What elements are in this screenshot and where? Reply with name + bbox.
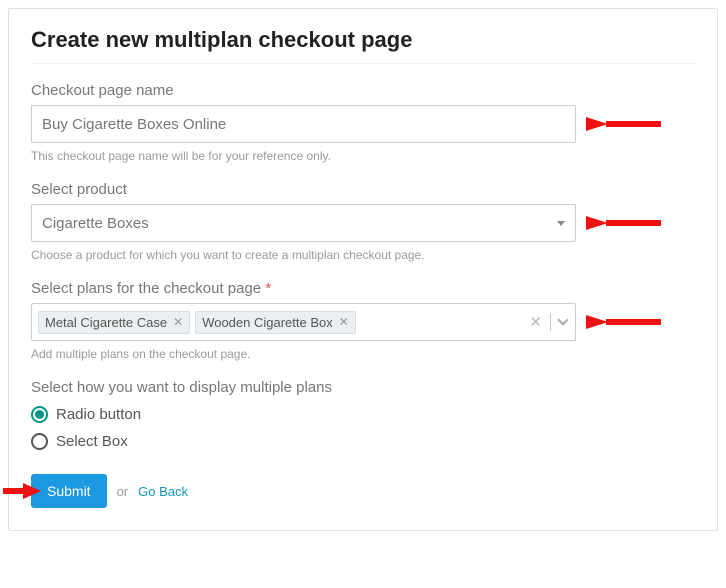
input-page-name[interactable] <box>31 105 576 143</box>
group-product: Select product Cigarette Boxes Choose a … <box>31 181 695 262</box>
tag-remove-icon[interactable]: ✕ <box>339 315 349 329</box>
helper-page-name: This checkout page name will be for your… <box>31 149 695 163</box>
divider <box>550 313 551 331</box>
annotation-arrow-icon <box>3 481 41 501</box>
form-footer: Submit or Go Back <box>31 474 695 508</box>
radio-label: Select Box <box>56 433 128 450</box>
annotation-arrow-icon <box>586 213 666 233</box>
row-page-name <box>31 105 695 143</box>
tag-label: Wooden Cigarette Box <box>202 315 333 330</box>
label-plans: Select plans for the checkout page * <box>31 280 695 297</box>
row-plans: Metal Cigarette Case ✕ Wooden Cigarette … <box>31 303 695 341</box>
page-title: Create new multiplan checkout page <box>31 27 695 64</box>
label-page-name: Checkout page name <box>31 82 695 99</box>
tag-label: Metal Cigarette Case <box>45 315 167 330</box>
row-product: Cigarette Boxes <box>31 204 695 242</box>
annotation-arrow-icon <box>586 312 666 332</box>
clear-all-icon[interactable]: ✕ <box>529 313 542 331</box>
radio-option-radio-button[interactable]: Radio button <box>31 406 695 423</box>
select-product[interactable]: Cigarette Boxes <box>31 204 576 242</box>
wrap-page-name <box>31 105 576 143</box>
caret-down-icon <box>557 221 565 226</box>
form-card: Create new multiplan checkout page Check… <box>8 8 718 531</box>
group-page-name: Checkout page name This checkout page na… <box>31 82 695 163</box>
submit-button[interactable]: Submit <box>31 474 107 508</box>
radio-icon <box>31 433 48 450</box>
label-product: Select product <box>31 181 695 198</box>
label-display: Select how you want to display multiple … <box>31 379 695 396</box>
required-indicator: * <box>265 280 271 297</box>
tag-plan: Metal Cigarette Case ✕ <box>38 311 190 334</box>
tag-remove-icon[interactable]: ✕ <box>173 315 183 329</box>
multiselect-plans[interactable]: Metal Cigarette Case ✕ Wooden Cigarette … <box>31 303 576 341</box>
annotation-arrow-icon <box>586 114 666 134</box>
go-back-link[interactable]: Go Back <box>138 484 188 499</box>
group-plans: Select plans for the checkout page * Met… <box>31 280 695 361</box>
select-product-value: Cigarette Boxes <box>42 215 149 232</box>
helper-product: Choose a product for which you want to c… <box>31 248 695 262</box>
radio-label: Radio button <box>56 406 141 423</box>
wrap-product: Cigarette Boxes <box>31 204 576 242</box>
multiselect-controls: ✕ <box>529 304 567 340</box>
radio-icon <box>31 406 48 423</box>
group-display: Select how you want to display multiple … <box>31 379 695 450</box>
label-plans-text: Select plans for the checkout page <box>31 280 261 297</box>
or-text: or <box>117 484 129 499</box>
chevron-down-icon[interactable] <box>557 314 568 325</box>
helper-plans: Add multiple plans on the checkout page. <box>31 347 695 361</box>
radio-option-select-box[interactable]: Select Box <box>31 433 695 450</box>
wrap-plans: Metal Cigarette Case ✕ Wooden Cigarette … <box>31 303 576 341</box>
tag-plan: Wooden Cigarette Box ✕ <box>195 311 356 334</box>
